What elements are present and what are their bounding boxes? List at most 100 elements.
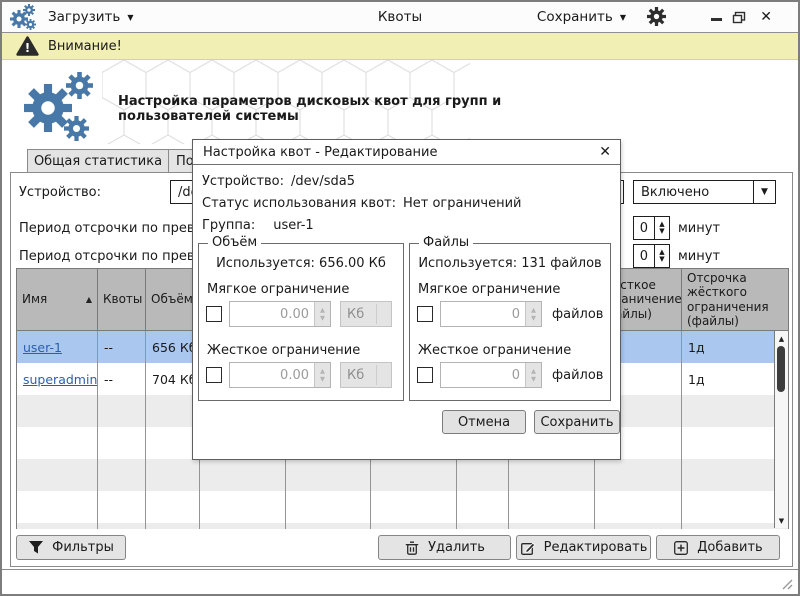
table-cell: -- xyxy=(98,363,146,395)
filters-button[interactable]: Фильтры xyxy=(16,535,126,560)
files-hard-spinner[interactable]: 0 ▲ ▼ xyxy=(440,362,542,388)
table-cell xyxy=(98,395,146,427)
dialog-save-button[interactable]: Сохранить xyxy=(534,410,620,434)
table-cell xyxy=(595,523,682,529)
table-cell xyxy=(98,459,146,491)
volume-unit-select[interactable]: Кб xyxy=(340,362,392,388)
delete-button[interactable]: Удалить xyxy=(378,535,511,560)
unit-value: Кб xyxy=(347,367,365,383)
device-label: Устройство: xyxy=(202,174,285,189)
settings-gear-button[interactable] xyxy=(647,7,666,26)
warning-banner: ! Внимание! xyxy=(2,33,798,60)
table-cell xyxy=(682,459,775,491)
dialog-device-line: Устройство: /dev/sda5 xyxy=(202,174,355,189)
arrow-down-icon[interactable]: ▼ xyxy=(320,375,325,383)
user-link[interactable]: user-1 xyxy=(23,340,62,355)
col-header-quotas[interactable]: Квоты xyxy=(98,269,146,330)
tab-label: Общая статистика xyxy=(33,154,163,169)
table-cell xyxy=(98,427,146,459)
table-cell xyxy=(17,395,98,427)
status-value: Нет ограничений xyxy=(403,196,522,211)
add-button[interactable]: Добавить xyxy=(656,535,780,560)
soft-limit-checkbox[interactable] xyxy=(417,306,433,322)
arrow-down-icon[interactable]: ▼ xyxy=(531,314,536,322)
arrow-up-icon[interactable]: ▲ xyxy=(320,368,325,375)
spinner-arrows[interactable]: ▲ ▼ xyxy=(525,363,541,387)
soft-limit-checkbox[interactable] xyxy=(206,306,222,322)
device-value: /dev/sda5 xyxy=(291,174,355,189)
used-value: 656.00 Кб xyxy=(319,256,386,271)
arrow-up-icon[interactable]: ▲ xyxy=(320,307,325,314)
table-cell xyxy=(509,491,595,523)
soft-limit-label: Мягкое ограничение xyxy=(207,282,350,297)
grace-hard-spinner[interactable]: 0 ▲ ▼ xyxy=(633,244,670,268)
spinner-arrows[interactable]: ▲ ▼ xyxy=(314,363,330,387)
group-value: user-1 xyxy=(273,218,314,233)
spinner-value: 0 xyxy=(639,248,649,264)
grace-soft-spinner[interactable]: 0 ▲ ▼ xyxy=(633,216,670,240)
arrow-down-icon[interactable]: ▼ xyxy=(659,256,664,263)
files-used: Используется: 131 файлов xyxy=(410,256,610,271)
spinner-value: 0 xyxy=(511,367,520,383)
volume-hard-spinner[interactable]: 0.00 ▲ ▼ xyxy=(229,362,331,388)
table-cell xyxy=(457,491,509,523)
table-cell xyxy=(98,491,146,523)
plus-icon xyxy=(674,540,689,555)
table-cell xyxy=(457,459,509,491)
vertical-scrollbar[interactable]: ▲ ▼ xyxy=(774,331,788,528)
minimize-button[interactable] xyxy=(711,2,722,32)
hard-limit-checkbox[interactable] xyxy=(206,367,222,383)
files-soft-spinner[interactable]: 0 ▲ ▼ xyxy=(440,301,542,327)
maximize-button[interactable] xyxy=(732,2,746,32)
spinner-arrows[interactable]: ▲ ▼ xyxy=(525,302,541,326)
files-legend: Файлы xyxy=(419,235,474,250)
arrow-up-icon[interactable]: ▲ xyxy=(531,307,536,314)
table-cell xyxy=(509,459,595,491)
chevron-down-icon: ▼ xyxy=(619,13,626,22)
used-label: Используется: xyxy=(216,256,315,271)
save-menu-button[interactable]: Сохранить ▼ xyxy=(537,2,626,32)
title-bar: Загрузить ▼ Квоты Сохранить ▼ ✕ xyxy=(2,2,798,33)
cancel-button[interactable]: Отмена xyxy=(442,410,526,434)
arrow-up-icon[interactable]: ▲ xyxy=(531,368,536,375)
scroll-down-icon[interactable]: ▼ xyxy=(775,514,788,527)
table-cell xyxy=(146,523,200,529)
unit-value: Кб xyxy=(347,306,365,322)
chevron-down-icon[interactable]: ▼ xyxy=(753,181,775,203)
dialog-group-line: Группа: user-1 xyxy=(202,218,314,233)
col-header-name[interactable]: Имя ▲ xyxy=(17,269,98,330)
table-cell xyxy=(200,459,286,491)
hard-limit-checkbox[interactable] xyxy=(417,367,433,383)
status-bar xyxy=(2,569,798,594)
volume-unit-select[interactable]: Кб xyxy=(340,301,392,327)
table-cell xyxy=(509,523,595,529)
dialog-close-button[interactable]: ✕ xyxy=(599,144,611,160)
quota-status-select[interactable]: Включено ▼ xyxy=(633,180,776,204)
files-soft-row: 0 ▲ ▼ файлов xyxy=(417,301,605,327)
close-window-button[interactable]: ✕ xyxy=(760,2,772,32)
scrollbar-thumb[interactable] xyxy=(777,346,785,392)
tab-general-statistics[interactable]: Общая статистика xyxy=(27,149,169,173)
table-cell xyxy=(682,427,775,459)
spinner-arrows[interactable]: ▲ ▼ xyxy=(653,245,669,267)
arrow-down-icon[interactable]: ▼ xyxy=(659,228,664,235)
svg-text:!: ! xyxy=(25,41,30,55)
group-label: Группа: xyxy=(202,218,256,233)
volume-soft-spinner[interactable]: 0.00 ▲ ▼ xyxy=(229,301,331,327)
table-cell xyxy=(286,459,371,491)
col-header-grace-hard-files[interactable]: Отсрочка жёсткого ограничения (файлы) xyxy=(682,269,775,330)
delete-label: Удалить xyxy=(428,540,485,555)
files-unit-label: файлов xyxy=(552,306,604,322)
files-unit-label: файлов xyxy=(552,367,604,383)
used-label: Используется: xyxy=(418,256,518,271)
spinner-arrows[interactable]: ▲ ▼ xyxy=(653,217,669,239)
scroll-up-icon[interactable]: ▲ xyxy=(775,332,788,345)
edit-button[interactable]: Редактировать xyxy=(516,535,651,560)
resize-grip[interactable] xyxy=(781,578,793,590)
arrow-down-icon[interactable]: ▼ xyxy=(531,375,536,383)
spinner-arrows[interactable]: ▲ ▼ xyxy=(314,302,330,326)
empty-row xyxy=(17,491,788,523)
user-link[interactable]: superadmin xyxy=(23,372,97,387)
arrow-down-icon[interactable]: ▼ xyxy=(320,314,325,322)
close-icon: ✕ xyxy=(760,9,772,25)
